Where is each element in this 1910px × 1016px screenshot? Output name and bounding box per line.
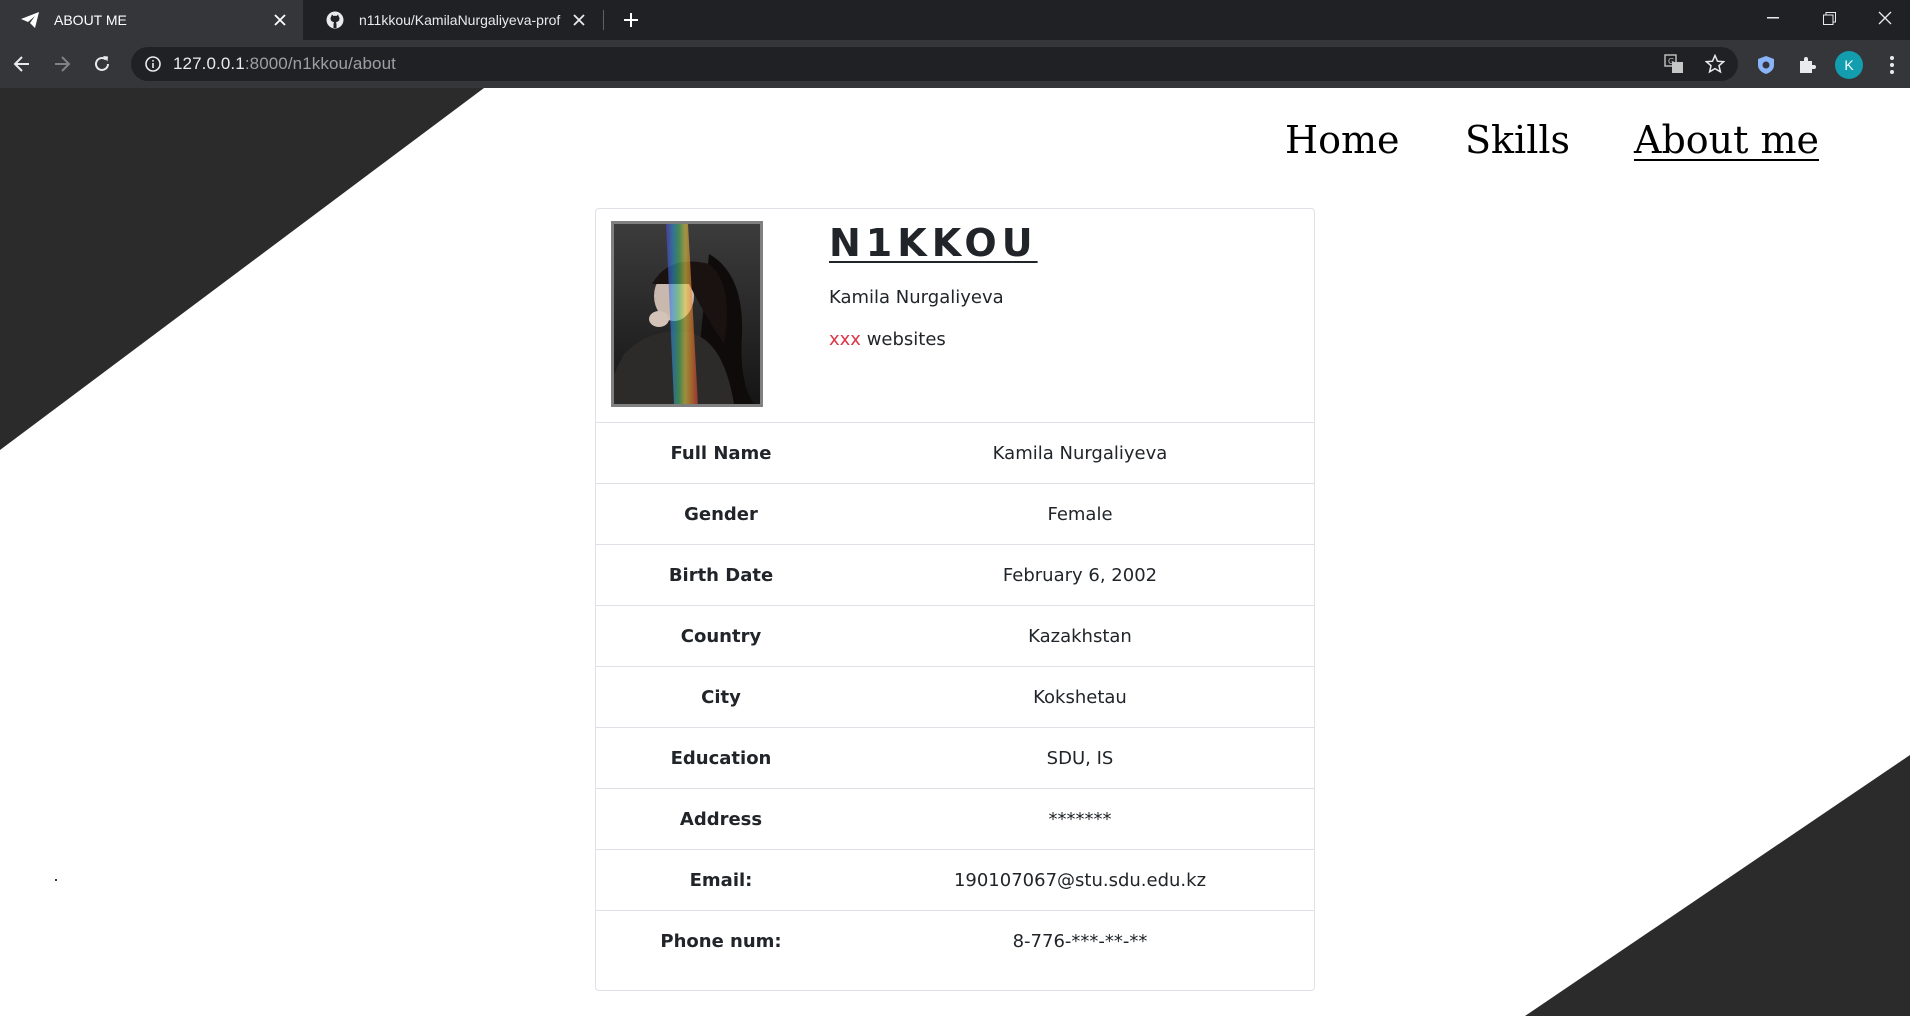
table-row: Phone num: 8-776-***-**-**	[596, 910, 1314, 972]
detail-value: 190107067@stu.sdu.edu.kz	[953, 869, 1207, 891]
extension-icon[interactable]	[1753, 52, 1779, 78]
profile-photo	[611, 221, 763, 407]
stray-dot	[55, 879, 57, 881]
close-window-button[interactable]	[1857, 0, 1910, 36]
detail-label: City	[701, 686, 741, 708]
tagline-accent: xxx	[829, 329, 861, 350]
nav-about-link[interactable]: About me	[1634, 118, 1819, 162]
back-button[interactable]	[8, 50, 36, 78]
profile-real-name: Kamila Nurgaliyeva	[829, 287, 1004, 308]
detail-label: Email:	[689, 869, 753, 891]
close-tab-icon[interactable]	[269, 9, 291, 31]
profile-avatar[interactable]: K	[1835, 51, 1863, 79]
detail-value: Female	[1047, 503, 1113, 525]
tab-about-me[interactable]: ABOUT ME	[0, 0, 303, 40]
detail-label: Address	[679, 808, 763, 830]
url-host: 127.0.0.1	[173, 54, 245, 73]
detail-label: Country	[680, 625, 762, 647]
detail-label: Full Name	[670, 442, 772, 464]
tagline-rest: websites	[860, 329, 946, 350]
restore-button[interactable]	[1801, 0, 1857, 36]
detail-label: Education	[670, 747, 772, 769]
tab-separator	[603, 10, 604, 30]
svg-text:G: G	[1668, 57, 1674, 66]
new-tab-button[interactable]	[618, 7, 644, 33]
table-row: Gender Female	[596, 483, 1314, 545]
bookmark-star-icon[interactable]	[1702, 52, 1728, 76]
minimize-button[interactable]	[1745, 0, 1801, 36]
detail-value: Kokshetau	[1033, 686, 1127, 708]
page-viewport: Home Skills About me N1KKOU Kamila Nurga…	[0, 88, 1910, 1016]
nav-skills-link[interactable]: Skills	[1465, 118, 1570, 162]
close-tab-icon[interactable]	[568, 9, 590, 31]
browser-tab-strip: ABOUT ME n11kkou/KamilaNurgaliyeva-prof	[0, 0, 1910, 40]
detail-value: February 6, 2002	[1002, 564, 1158, 586]
table-row: Email: 190107067@stu.sdu.edu.kz	[596, 849, 1314, 911]
detail-value: *******	[1048, 808, 1112, 830]
forward-button[interactable]	[48, 50, 76, 78]
table-row: Country Kazakhstan	[596, 605, 1314, 667]
nav-home-link[interactable]: Home	[1285, 118, 1400, 162]
profile-card: N1KKOU Kamila Nurgaliyeva xxx websites F…	[595, 208, 1315, 991]
profile-nickname: N1KKOU	[829, 221, 1038, 265]
profile-tagline: xxx websites	[829, 329, 946, 350]
detail-value: SDU, IS	[1046, 747, 1114, 769]
table-row: Education SDU, IS	[596, 727, 1314, 789]
tab-github[interactable]: n11kkou/KamilaNurgaliyeva-prof	[305, 0, 602, 40]
url-path: :8000/n1kkou/about	[244, 54, 396, 73]
detail-value: Kazakhstan	[1028, 625, 1132, 647]
detail-label: Gender	[684, 503, 758, 525]
extensions-puzzle-icon[interactable]	[1794, 52, 1820, 78]
url-text: 127.0.0.1:8000/n1kkou/about	[173, 54, 396, 74]
table-row: Address *******	[596, 788, 1314, 850]
detail-value: Kamila Nurgaliyeva	[992, 442, 1168, 464]
paper-plane-icon	[18, 8, 42, 32]
details-table: Full Name Kamila Nurgaliyeva Gender Female…	[596, 422, 1314, 972]
translate-icon[interactable]: G	[1661, 52, 1687, 76]
reload-button[interactable]	[88, 50, 116, 78]
table-row: Full Name Kamila Nurgaliyeva	[596, 422, 1314, 484]
table-row: Birth Date February 6, 2002	[596, 544, 1314, 606]
tab-title: n11kkou/KamilaNurgaliyeva-prof	[359, 12, 561, 28]
table-row: City Kokshetau	[596, 666, 1314, 728]
github-icon	[323, 8, 347, 32]
browser-menu-icon[interactable]	[1882, 52, 1902, 78]
address-bar[interactable]: 127.0.0.1:8000/n1kkou/about G	[131, 47, 1738, 81]
browser-toolbar: 127.0.0.1:8000/n1kkou/about G	[0, 40, 1910, 88]
detail-label: Birth Date	[668, 564, 774, 586]
detail-value: 8-776-***-**-**	[1012, 930, 1148, 952]
tab-title: ABOUT ME	[54, 12, 127, 28]
detail-label: Phone num:	[660, 930, 782, 952]
info-icon[interactable]	[143, 54, 163, 74]
